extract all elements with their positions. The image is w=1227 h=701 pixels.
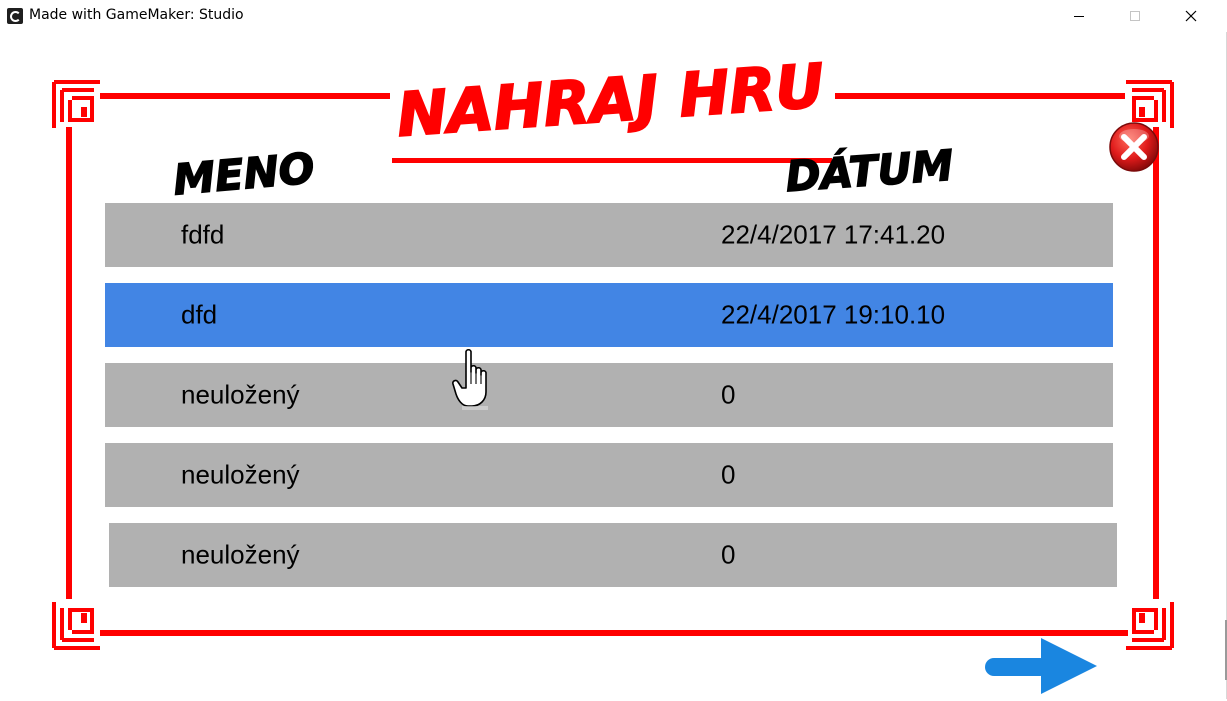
column-header-date: DÁTUM <box>783 139 955 200</box>
save-slot-date: 0 <box>721 459 736 490</box>
load-game-screen: NAHRAJ HRU MENO DÁTUM fdfd 22/4/2017 17: <box>0 32 1219 699</box>
window-close-button[interactable] <box>1168 0 1214 32</box>
arrow-right-icon <box>985 638 1097 694</box>
next-button[interactable] <box>983 636 1099 696</box>
save-slot-name: neuložený <box>181 379 300 410</box>
frame-corner-ornament <box>52 80 100 128</box>
save-slot-3[interactable]: neuložený 0 <box>105 363 1113 427</box>
save-slot-name: neuložený <box>181 539 300 570</box>
save-slot-name: fdfd <box>181 219 225 250</box>
minimize-button[interactable] <box>1056 0 1102 32</box>
save-slot-2[interactable]: dfd 22/4/2017 19:10.10 <box>105 283 1113 347</box>
maximize-button[interactable] <box>1112 0 1158 32</box>
window-close-icon <box>1185 10 1197 22</box>
window-titlebar[interactable]: Made with GameMaker: Studio <box>0 0 1227 32</box>
window-scrollbar[interactable] <box>1219 32 1227 699</box>
save-slot-name: dfd <box>181 299 218 330</box>
frame-top-right-line <box>835 93 1125 99</box>
save-slot-4[interactable]: neuložený 0 <box>105 443 1113 507</box>
save-slot-name: neuložený <box>181 459 300 490</box>
frame-corner-ornament <box>1126 602 1174 650</box>
column-header-date-text: DÁTUM <box>784 140 955 200</box>
close-icon <box>1109 122 1159 172</box>
save-slot-date: 0 <box>721 539 736 570</box>
save-slot-date: 22/4/2017 17:41.20 <box>721 219 946 250</box>
save-slot-5[interactable]: neuložený 0 <box>109 523 1117 587</box>
column-header-name-text: MENO <box>171 144 316 205</box>
frame-top-left-line <box>100 93 390 99</box>
title-underline <box>392 158 832 163</box>
column-header-name: MENO <box>170 144 317 205</box>
maximize-icon <box>1130 11 1140 21</box>
save-slot-1[interactable]: fdfd 22/4/2017 17:41.20 <box>105 203 1113 267</box>
save-slot-date: 22/4/2017 19:10.10 <box>721 299 946 330</box>
frame-corner-ornament <box>52 602 100 650</box>
screen-title: NAHRAJ HRU <box>392 50 832 166</box>
close-button[interactable] <box>1108 121 1160 173</box>
gamemaker-icon <box>7 8 23 24</box>
frame-left-line <box>66 127 72 599</box>
screen-title-text: NAHRAJ HRU <box>395 51 827 151</box>
frame-right-line <box>1153 127 1159 599</box>
frame-bottom-line <box>100 630 1128 636</box>
save-slot-date: 0 <box>721 379 736 410</box>
window-title: Made with GameMaker: Studio <box>29 7 244 23</box>
minimize-icon <box>1074 15 1084 17</box>
